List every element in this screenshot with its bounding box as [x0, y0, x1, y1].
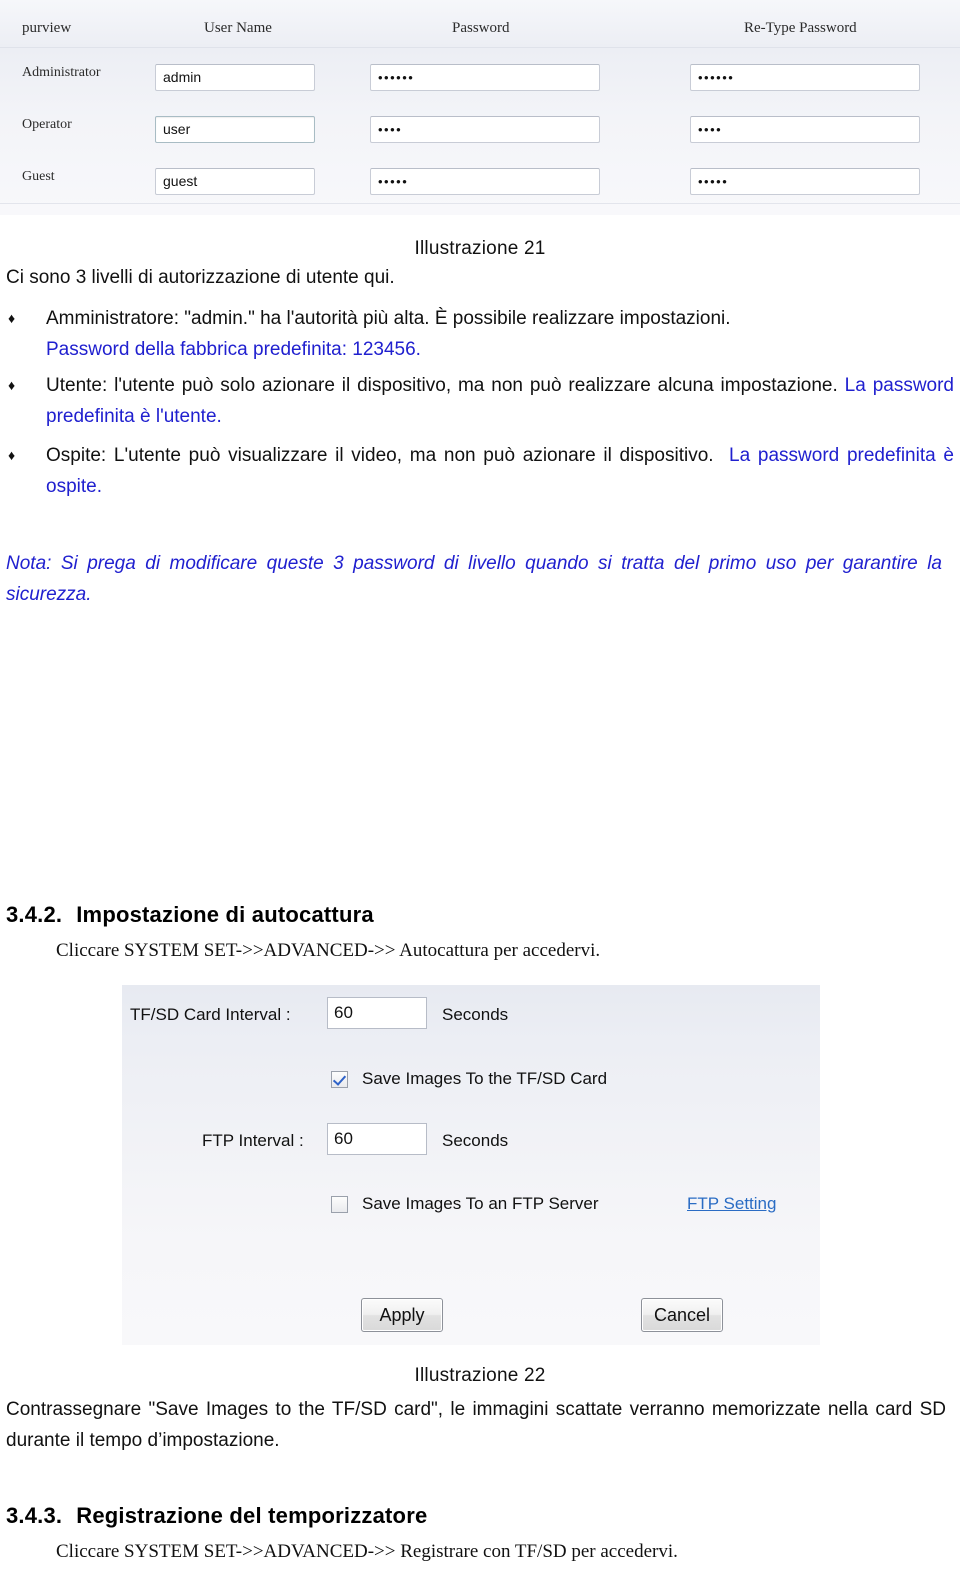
table-bottom-divider — [0, 203, 960, 204]
username-input-guest[interactable]: guest — [155, 168, 315, 195]
section-heading-342: 3.4.2. Impostazione di autocattura — [6, 902, 374, 928]
ftp-setting-link[interactable]: FTP Setting — [687, 1194, 776, 1214]
retype-password-input-operator[interactable]: •••• — [690, 116, 920, 143]
tfsd-interval-unit: Seconds — [442, 1005, 509, 1024]
bullet-2-text: Utente: l'utente può solo azionare il di… — [46, 375, 838, 396]
ftp-interval-unit: Seconds — [442, 1131, 509, 1150]
bullet-diamond-icon: ♦ — [8, 447, 16, 463]
bullet-diamond-icon: ♦ — [8, 310, 16, 326]
section-title-342: Impostazione di autocattura — [76, 902, 374, 927]
row-label-operator: Operator — [22, 117, 72, 132]
section-number-342: 3.4.2. — [6, 902, 63, 927]
row-label-guest: Guest — [22, 169, 55, 184]
bullet-item-user: Utente: l'utente può solo azionare il di… — [46, 370, 954, 432]
section-subtitle-343: Cliccare SYSTEM SET->>ADVANCED->> Regist… — [56, 1541, 678, 1562]
figure-22-caption: Illustrazione 22 — [414, 1365, 546, 1386]
save-to-ftp-checkbox[interactable] — [331, 1196, 348, 1213]
password-input-operator[interactable]: •••• — [370, 116, 600, 143]
section-heading-343: 3.4.3. Registrazione del temporizzatore — [6, 1503, 427, 1529]
bullet-1-text: Amministratore: "admin." ha l'autorità p… — [46, 308, 731, 329]
figure-21-caption: Illustrazione 21 — [414, 238, 546, 259]
header-divider — [0, 47, 960, 48]
ftp-interval-label: FTP Interval : — [202, 1131, 304, 1150]
tfsd-interval-label: TF/SD Card Interval : — [130, 1005, 291, 1024]
column-header-password: Password — [452, 20, 510, 36]
bullet-1-default-password: Password della fabbrica predefinita: 123… — [46, 339, 421, 360]
retype-password-input-guest[interactable]: ••••• — [690, 168, 920, 195]
column-header-retype-password: Re-Type Password — [744, 20, 857, 36]
ftp-interval-input[interactable]: 60 — [327, 1123, 427, 1155]
column-header-purview: purview — [22, 20, 72, 36]
autocapture-settings-panel: TF/SD Card Interval : 60 Seconds Save Im… — [122, 985, 820, 1345]
intro-paragraph: Ci sono 3 livelli di autorizzazione di u… — [6, 267, 395, 288]
retype-password-input-administrator[interactable]: •••••• — [690, 64, 920, 91]
security-note: Nota: Si prega di modificare queste 3 pa… — [6, 553, 942, 605]
cancel-button[interactable]: Cancel — [641, 1298, 723, 1332]
table-row: Operator user •••• •••• — [0, 112, 960, 160]
section-number-343: 3.4.3. — [6, 1503, 63, 1528]
apply-button[interactable]: Apply — [361, 1298, 443, 1332]
post-figure-22-paragraph: Contrassegnare "Save Images to the TF/SD… — [6, 1399, 946, 1451]
password-input-guest[interactable]: ••••• — [370, 168, 600, 195]
bullet-item-administrator: Amministratore: "admin." ha l'autorità p… — [46, 303, 954, 365]
column-header-username: User Name — [204, 20, 272, 36]
password-input-administrator[interactable]: •••••• — [370, 64, 600, 91]
row-label-administrator: Administrator — [22, 65, 101, 80]
table-header-row: purview User Name Password Re-Type Passw… — [0, 14, 960, 46]
table-row: Administrator admin •••••• •••••• — [0, 60, 960, 108]
bullet-3-text: Ospite: L'utente può visualizzare il vid… — [46, 445, 714, 466]
table-row: Guest guest ••••• ••••• — [0, 164, 960, 212]
tfsd-interval-input[interactable]: 60 — [327, 997, 427, 1029]
username-input-administrator[interactable]: admin — [155, 64, 315, 91]
bullet-diamond-icon: ♦ — [8, 377, 16, 393]
section-subtitle-342: Cliccare SYSTEM SET->>ADVANCED->> Autoca… — [56, 940, 601, 961]
user-accounts-panel: purview User Name Password Re-Type Passw… — [0, 0, 960, 215]
section-title-343: Registrazione del temporizzatore — [76, 1503, 428, 1528]
username-input-operator[interactable]: user — [155, 116, 315, 143]
save-to-tfsd-label: Save Images To the TF/SD Card — [362, 1069, 608, 1088]
save-to-tfsd-checkbox[interactable] — [331, 1071, 348, 1088]
bullet-item-guest: Ospite: L'utente può visualizzare il vid… — [46, 440, 954, 502]
save-to-ftp-label: Save Images To an FTP Server — [362, 1194, 599, 1213]
